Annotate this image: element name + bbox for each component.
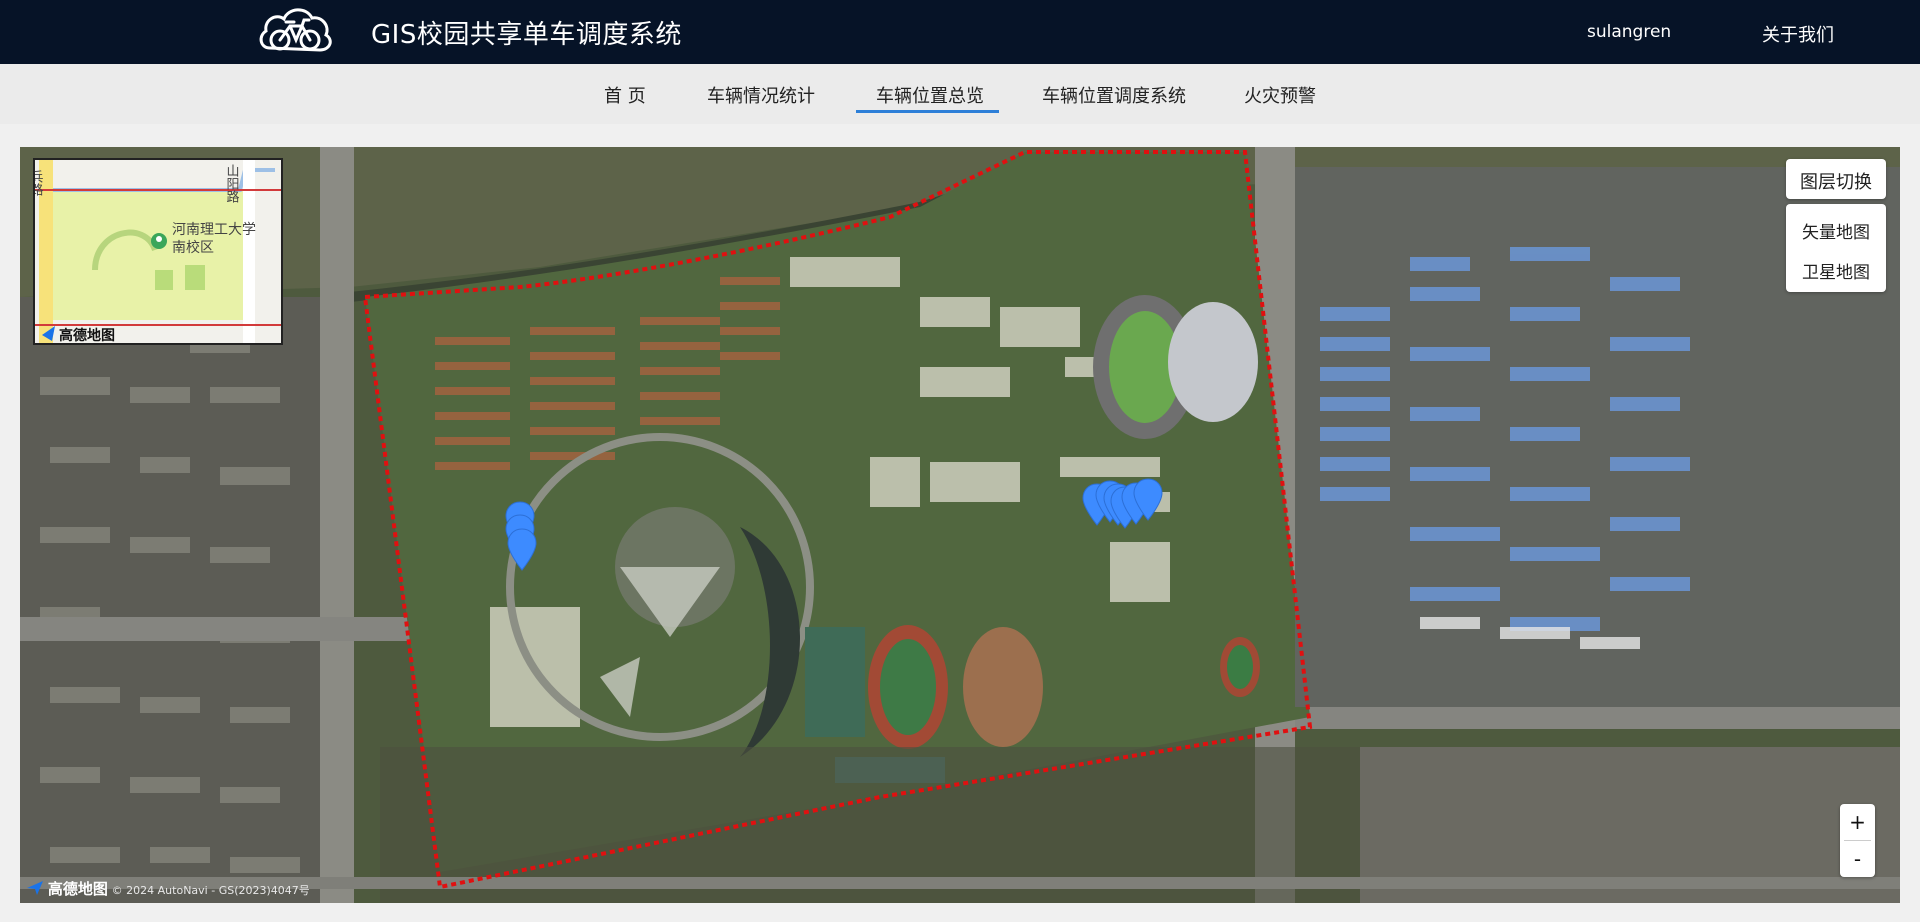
about-us-link[interactable]: 关于我们	[1762, 21, 1834, 47]
nav-item-vehicle-overview[interactable]: 车辆位置总览	[876, 82, 984, 108]
zoom-in-button[interactable]: +	[1840, 804, 1875, 840]
layer-switch-button[interactable]: 图层切换	[1786, 159, 1886, 199]
layer-switch-panel: 图层切换 矢量地图 卫星地图	[1786, 159, 1886, 294]
main-nav: 首 页 车辆情况统计 车辆位置总览 车辆位置调度系统 火灾预警	[0, 64, 1920, 124]
nav-item-dispatch-system[interactable]: 车辆位置调度系统	[1042, 82, 1186, 108]
minimap-vector-map: 河南理工大学 南校区 兵路 山阳路 高德地图	[35, 160, 281, 344]
attribution-copyright: © 2024 AutoNavi - GS(2023)4047号	[111, 884, 310, 897]
nav-item-home[interactable]: 首 页	[604, 82, 646, 108]
app-title: GIS校园共享单车调度系统	[371, 20, 682, 50]
minimap-road-label-right: 山阳路	[224, 164, 240, 203]
layer-option-vector[interactable]: 矢量地图	[1786, 218, 1886, 243]
nav-item-fire-warning[interactable]: 火灾预警	[1244, 82, 1316, 108]
bike-markers	[505, 478, 1163, 571]
layer-option-satellite[interactable]: 卫星地图	[1786, 258, 1886, 283]
satellite-map[interactable]	[20, 147, 1900, 903]
top-bar: GIS校园共享单车调度系统 sulangren 关于我们	[0, 0, 1920, 64]
minimap-poi-label: 河南理工大学	[172, 222, 256, 238]
attribution-brand: 高德地图	[47, 880, 108, 898]
amap-logo-icon	[27, 881, 43, 895]
bicycle-logo-icon	[259, 8, 332, 52]
nav-active-indicator	[856, 110, 999, 113]
zoom-out-button[interactable]: -	[1840, 841, 1875, 877]
zoom-control: + -	[1840, 804, 1875, 877]
minimap-poi-sublabel: 南校区	[172, 239, 214, 256]
overview-minimap[interactable]: 河南理工大学 南校区 兵路 山阳路 高德地图	[33, 158, 283, 345]
map-attribution: 高德地图 © 2024 AutoNavi - GS(2023)4047号	[26, 878, 310, 900]
nav-item-vehicle-stats[interactable]: 车辆情况统计	[707, 82, 815, 108]
minimap-road-label-left: 兵路	[35, 170, 43, 196]
bike-marker-icon	[507, 528, 537, 571]
minimap-brand: 高德地图	[59, 327, 115, 344]
user-name[interactable]: sulangren	[1587, 22, 1671, 42]
layer-options: 矢量地图 卫星地图	[1786, 204, 1886, 292]
